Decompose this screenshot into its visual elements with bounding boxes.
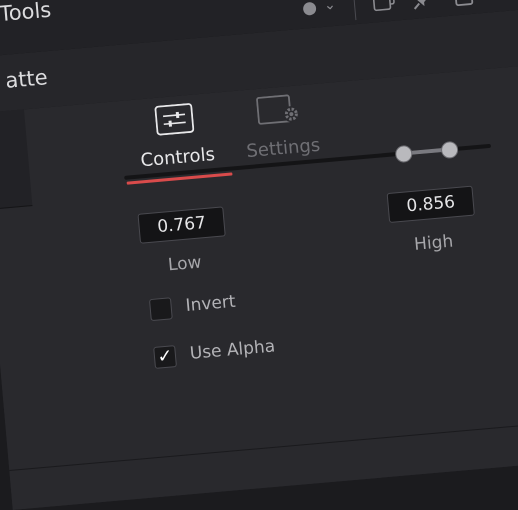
pin-icon[interactable] [411, 0, 435, 15]
cascade-windows-icon[interactable] [371, 0, 397, 17]
settings-gear-icon [234, 91, 327, 133]
tab-settings[interactable]: Settings [234, 91, 329, 163]
use-alpha-checkbox[interactable]: ✓ [153, 345, 177, 369]
color-dot-icon[interactable]: ● [301, 0, 318, 19]
low-label: Low [167, 252, 203, 276]
inspector-plane: Tools ● ⌄ atte Controls Settings 0.767 L… [0, 0, 518, 510]
high-label: High [413, 231, 455, 255]
invert-checkbox[interactable] [148, 297, 173, 322]
lock-icon[interactable] [453, 0, 475, 11]
node-title: atte [4, 65, 49, 93]
tools-title: Tools [0, 0, 53, 27]
chevron-down-icon[interactable]: ⌄ [323, 0, 336, 14]
